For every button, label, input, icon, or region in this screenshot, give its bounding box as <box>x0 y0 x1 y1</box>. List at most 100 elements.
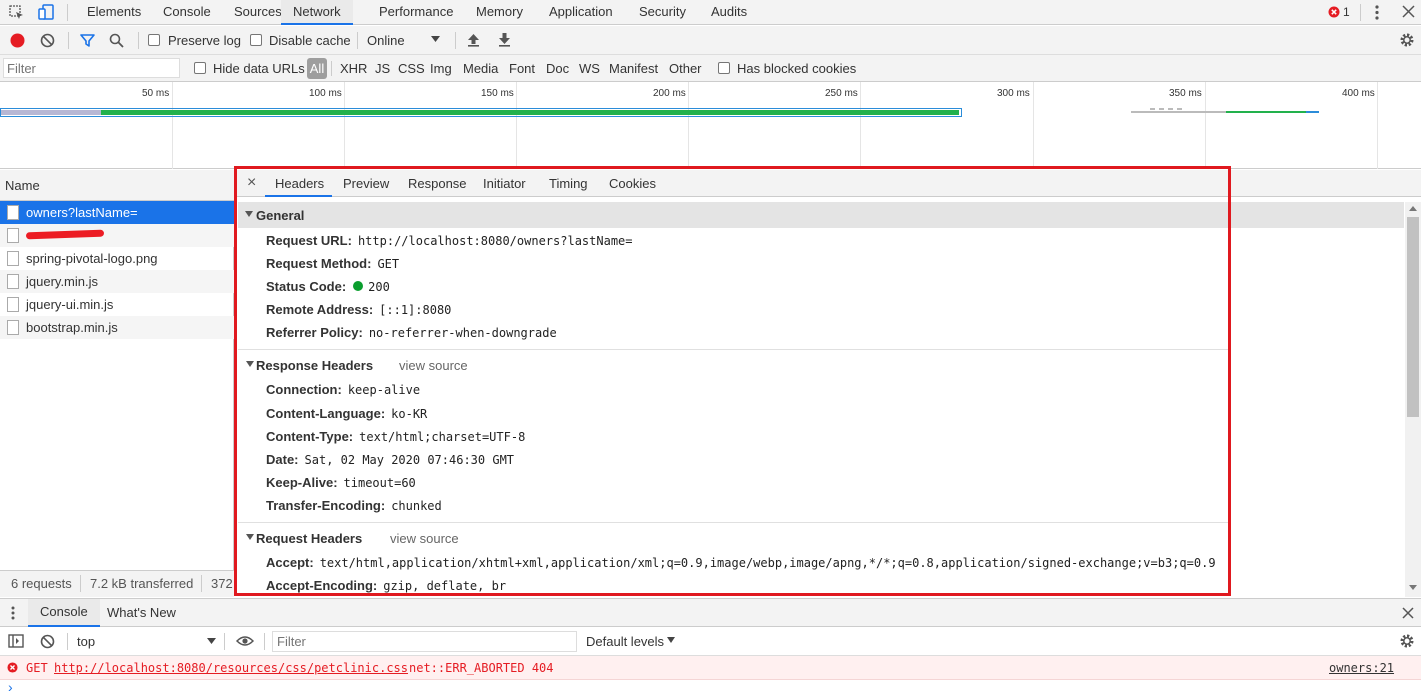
separator <box>67 633 68 650</box>
tab-preview[interactable]: Preview <box>343 176 389 191</box>
tab-console[interactable]: Console <box>163 0 211 25</box>
type-filter-js[interactable]: JS <box>375 61 390 76</box>
tab-sources[interactable]: Sources <box>234 0 282 25</box>
tick-label: 300 ms <box>997 88 1030 99</box>
general-section-header[interactable]: General <box>238 202 1404 228</box>
scrollbar-thumb[interactable] <box>1407 217 1419 417</box>
separator <box>264 633 265 650</box>
tab-audits[interactable]: Audits <box>711 0 747 25</box>
tick-label: 50 ms <box>142 88 170 99</box>
error-url-link[interactable]: http://localhost:8080/resources/css/petc… <box>54 661 408 675</box>
close-devtools-icon[interactable] <box>1402 5 1415 18</box>
settings-gear-icon[interactable] <box>1399 32 1415 48</box>
separator <box>68 32 69 49</box>
type-filter-img[interactable]: Img <box>430 61 452 76</box>
request-name: owners?lastName= <box>26 205 138 220</box>
hide-data-urls-checkbox[interactable] <box>194 62 206 74</box>
drawer-tab-whats-new[interactable]: What's New <box>107 605 176 620</box>
preserve-log-label: Preserve log <box>168 33 241 48</box>
close-details-icon[interactable]: × <box>247 174 256 192</box>
request-name: bootstrap.min.js <box>26 320 118 335</box>
console-prompt[interactable]: › <box>8 679 13 695</box>
remote-address-row: Remote Address: [::1]:8080 <box>266 302 452 317</box>
view-source-link[interactable]: view source <box>390 531 459 546</box>
tick-label: 350 ms <box>1169 88 1202 99</box>
search-icon[interactable] <box>109 33 124 48</box>
drawer-menu-icon[interactable] <box>11 606 15 620</box>
show-sidebar-icon[interactable] <box>8 634 24 648</box>
tab-timing[interactable]: Timing <box>549 176 588 191</box>
log-levels-select[interactable]: Default levels <box>586 634 664 649</box>
type-filter-doc[interactable]: Doc <box>546 61 569 76</box>
type-filter-font[interactable]: Font <box>509 61 535 76</box>
record-icon[interactable] <box>10 33 25 48</box>
disable-cache-label: Disable cache <box>269 33 351 48</box>
tab-security[interactable]: Security <box>639 0 686 25</box>
drawer-tab-console[interactable]: Console <box>28 599 100 627</box>
type-filter-manifest[interactable]: Manifest <box>609 61 658 76</box>
tab-elements[interactable]: Elements <box>87 0 141 25</box>
divider <box>238 522 1228 523</box>
dropdown-arrow-icon[interactable] <box>431 36 440 42</box>
request-row[interactable]: spring-pivotal-logo.png <box>0 247 234 270</box>
error-method: GET <box>26 661 48 675</box>
type-filter-xhr[interactable]: XHR <box>340 61 367 76</box>
clear-console-icon[interactable] <box>40 634 55 649</box>
tab-memory[interactable]: Memory <box>476 0 523 25</box>
tab-initiator[interactable]: Initiator <box>483 176 526 191</box>
tab-headers[interactable]: Headers <box>275 176 324 191</box>
error-count-badge[interactable] <box>1328 6 1340 18</box>
name-column-header[interactable]: Name <box>0 170 234 201</box>
has-blocked-cookies-checkbox[interactable] <box>718 62 730 74</box>
tab-cookies[interactable]: Cookies <box>609 176 656 191</box>
network-summary-bar: 6 requests 7.2 kB transferred 372 <box>0 570 234 597</box>
tick-label: 150 ms <box>481 88 514 99</box>
request-headers-section-header[interactable]: Request Headers view source <box>238 526 1228 550</box>
grid-line <box>860 82 861 169</box>
device-toolbar-icon[interactable] <box>38 4 54 21</box>
close-drawer-icon[interactable] <box>1402 607 1414 619</box>
details-scrollbar[interactable] <box>1405 202 1421 597</box>
request-row[interactable]: jquery-ui.min.js <box>0 293 234 316</box>
preserve-log-checkbox[interactable] <box>148 34 160 46</box>
request-row[interactable] <box>0 224 234 247</box>
response-headers-section-header[interactable]: Response Headers view source <box>238 353 1228 377</box>
live-expression-eye-icon[interactable] <box>236 635 254 647</box>
type-filter-css[interactable]: CSS <box>398 61 425 76</box>
scroll-down-icon[interactable] <box>1409 585 1417 590</box>
request-row-selected[interactable]: owners?lastName= <box>0 201 234 224</box>
more-options-icon[interactable] <box>1372 4 1382 21</box>
throttling-select[interactable]: Online <box>367 33 405 48</box>
type-filter-media[interactable]: Media <box>463 61 498 76</box>
request-row[interactable]: bootstrap.min.js <box>0 316 234 339</box>
clear-icon[interactable] <box>40 33 55 48</box>
type-filter-other[interactable]: Other <box>669 61 702 76</box>
grid-line <box>344 82 345 169</box>
grid-line <box>688 82 689 169</box>
request-row[interactable]: jquery.min.js <box>0 270 234 293</box>
import-har-icon[interactable] <box>467 32 480 47</box>
request-details-panel: × Headers Preview Response Initiator Tim… <box>234 170 1421 597</box>
filter-input[interactable] <box>3 58 180 78</box>
tab-network[interactable]: Network <box>281 0 353 25</box>
type-filter-ws[interactable]: WS <box>579 61 600 76</box>
export-har-icon[interactable] <box>498 32 511 47</box>
type-filter-all[interactable]: All <box>307 58 327 79</box>
scroll-up-icon[interactable] <box>1409 206 1417 211</box>
disable-cache-checkbox[interactable] <box>250 34 262 46</box>
network-overview-timeline[interactable]: 50 ms 100 ms 150 ms 200 ms 250 ms 300 ms… <box>0 82 1421 169</box>
dropdown-arrow-icon[interactable] <box>667 637 675 643</box>
console-filter-input[interactable] <box>272 631 577 652</box>
inspect-element-icon[interactable] <box>9 5 25 21</box>
tab-application[interactable]: Application <box>549 0 613 25</box>
tab-performance[interactable]: Performance <box>379 0 453 25</box>
error-source-link[interactable]: owners:21 <box>1329 661 1394 675</box>
header-row: Keep-Alive: timeout=60 <box>266 475 416 490</box>
file-icon <box>7 320 19 335</box>
tab-response[interactable]: Response <box>408 176 467 191</box>
dropdown-arrow-icon[interactable] <box>207 638 216 644</box>
view-source-link[interactable]: view source <box>399 358 468 373</box>
filter-icon[interactable] <box>80 33 95 48</box>
context-select[interactable]: top <box>77 634 95 649</box>
console-settings-gear-icon[interactable] <box>1399 633 1415 649</box>
